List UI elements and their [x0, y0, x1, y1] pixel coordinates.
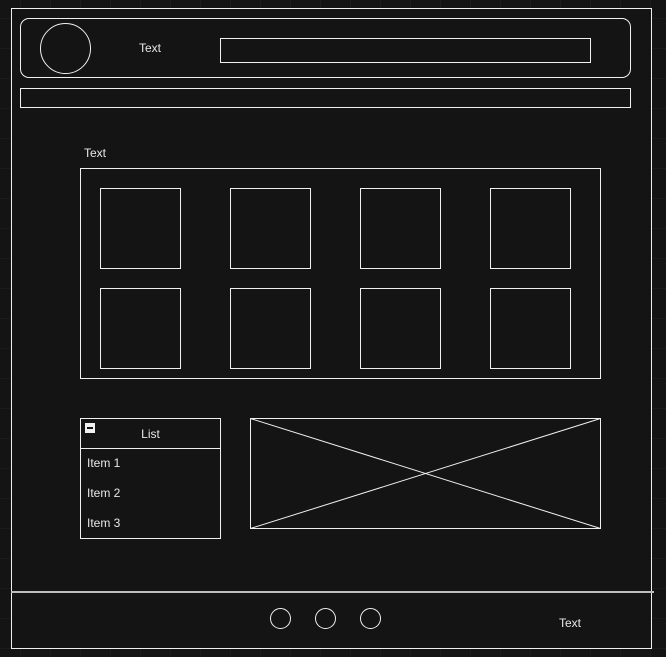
grid-tile[interactable]: [100, 288, 181, 369]
grid-tile[interactable]: [100, 188, 181, 269]
list-item[interactable]: Item 3: [87, 516, 207, 530]
grid-tile[interactable]: [360, 188, 441, 269]
list-item[interactable]: Item 1: [87, 456, 207, 470]
grid-tile[interactable]: [490, 288, 571, 369]
pagination-dot[interactable]: [315, 608, 336, 629]
avatar[interactable]: [40, 23, 91, 74]
list-header: List: [81, 419, 220, 449]
grid-tile[interactable]: [230, 288, 311, 369]
section-title: Text: [84, 146, 107, 160]
grid-tile[interactable]: [360, 288, 441, 369]
footer-divider: [11, 591, 654, 593]
image-placeholder: [250, 418, 601, 529]
grid-tile[interactable]: [230, 188, 311, 269]
header-search-input[interactable]: [220, 38, 591, 63]
footer-text: Text: [559, 616, 582, 630]
list-title: List: [141, 427, 160, 441]
pagination-dot[interactable]: [360, 608, 381, 629]
list-panel: List Item 1 Item 2 Item 3: [80, 418, 221, 539]
header-title: Text: [139, 41, 162, 55]
navigation-bar[interactable]: [20, 88, 631, 108]
list-item[interactable]: Item 2: [87, 486, 207, 500]
pagination-dot[interactable]: [270, 608, 291, 629]
grid-tile[interactable]: [490, 188, 571, 269]
